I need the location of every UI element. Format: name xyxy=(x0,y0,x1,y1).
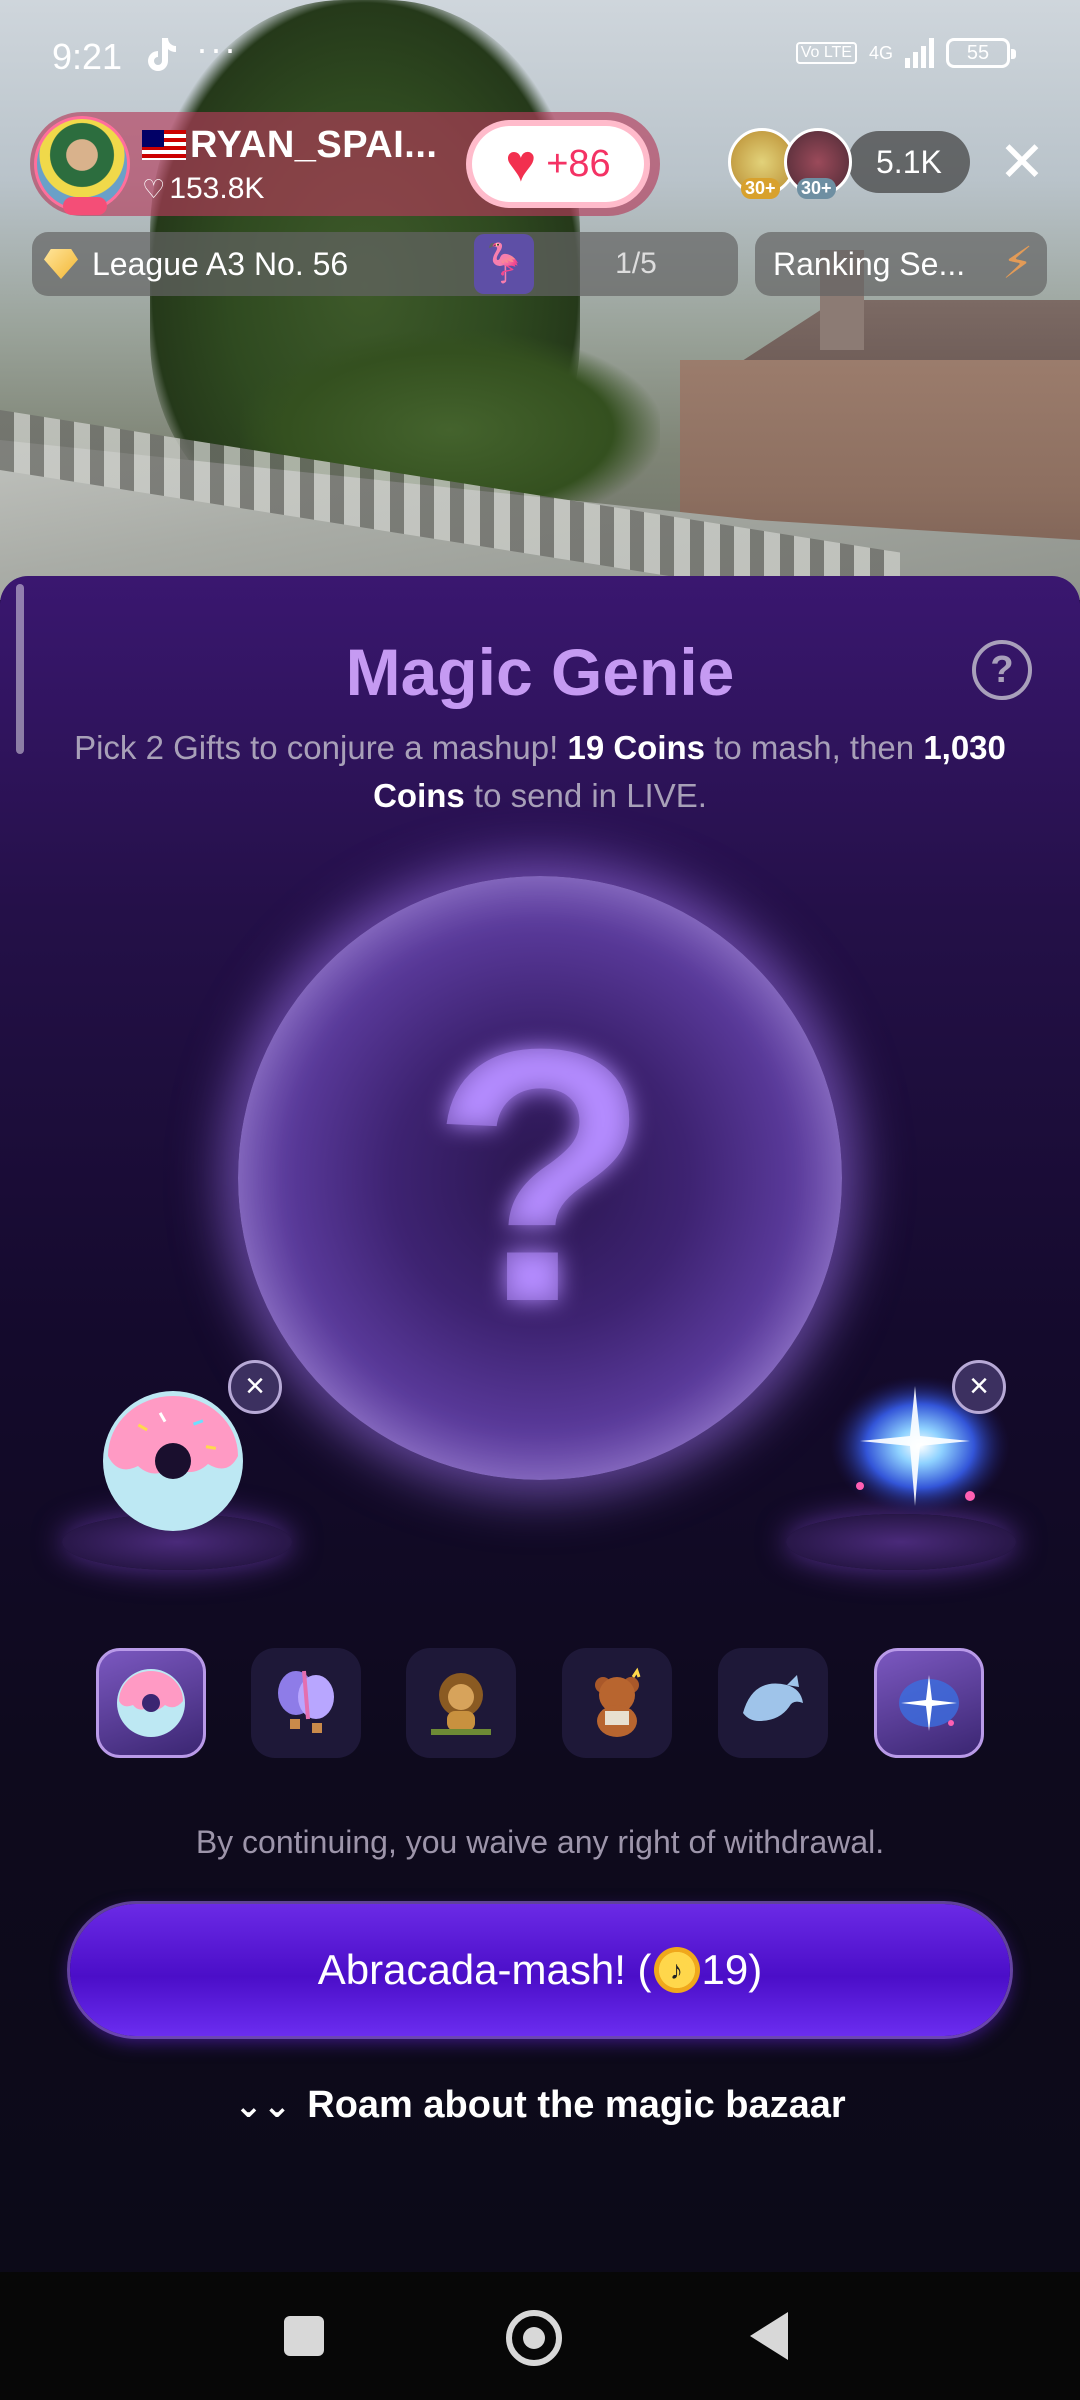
remove-left-gift-icon[interactable]: × xyxy=(228,1360,282,1414)
lightning-icon: ⚡ xyxy=(1002,239,1033,288)
abracada-mash-button[interactable]: Abracada-mash! ( ♪ 19 ) xyxy=(70,1904,1010,2036)
recent-apps-icon[interactable] xyxy=(284,2316,324,2356)
viewer-badge: 30+ xyxy=(797,178,836,199)
top-viewers[interactable]: 30+ 30+ 5.1K xyxy=(728,128,970,199)
back-icon[interactable] xyxy=(750,2312,788,2360)
bazaar-label: Roam about the magic bazaar xyxy=(307,2084,846,2126)
donut-icon xyxy=(117,1669,185,1737)
sheet-description: Pick 2 Gifts to conjure a mashup! 19 Coi… xyxy=(60,724,1020,820)
network-type: 4G xyxy=(868,43,893,63)
tiktok-icon xyxy=(148,38,176,71)
host-avatar[interactable] xyxy=(34,116,130,215)
status-time: 9:21 xyxy=(52,36,123,77)
follow-count: +86 xyxy=(546,142,611,185)
sheet-title: Magic Genie xyxy=(345,635,735,709)
flamingo-gift-icon: 🦩 xyxy=(474,234,534,294)
lion-icon xyxy=(431,1673,491,1735)
avatar-frame-icon xyxy=(63,197,107,215)
ranking-label: Ranking Se... xyxy=(773,246,966,282)
help-icon[interactable]: ? xyxy=(972,640,1032,700)
crystal-orb: ? xyxy=(238,876,842,1480)
host-info[interactable]: RYAN_SPAI... ♡ 153.8K ♥ +86 xyxy=(30,112,660,216)
mash-button-label: Abracada-mash! ( xyxy=(317,1946,652,1993)
gift-option-galaxy[interactable] xyxy=(874,1648,984,1758)
battery-icon: 55 xyxy=(946,38,1016,68)
status-bar: 9:21 ··· Vo LTE 4G 55 xyxy=(0,0,1080,110)
likes-count: 153.8K xyxy=(169,172,265,205)
system-nav-bar xyxy=(0,2272,1080,2400)
diamond-icon xyxy=(44,249,78,279)
gift-option-teddy-bear[interactable] xyxy=(562,1648,672,1758)
hot-air-balloon-icon xyxy=(278,1670,334,1733)
desc-mid: to mash, then xyxy=(705,729,924,766)
league-label: League A3 No. 56 xyxy=(92,245,349,282)
league-progress: 1/5 xyxy=(615,247,657,280)
host-name: RYAN_SPAI... xyxy=(190,124,438,166)
desc-prefix: Pick 2 Gifts to conjure a mashup! xyxy=(74,729,568,766)
teddy-bear-icon xyxy=(595,1667,641,1737)
heart-icon: ♥ xyxy=(505,135,537,193)
mash-button-cost: 19 xyxy=(701,1946,749,1993)
mash-button-close-paren: ) xyxy=(748,1946,763,1993)
coin-icon: ♪ xyxy=(653,1947,700,1993)
league-bar[interactable]: League A3 No. 56 🦩 1/5 xyxy=(32,232,738,296)
volte-icon: Vo LTE xyxy=(795,42,857,64)
host-likes: ♡ 153.8K xyxy=(142,172,264,206)
remove-right-gift-icon[interactable]: × xyxy=(952,1360,1006,1414)
gift-option-whale[interactable] xyxy=(718,1648,828,1758)
follow-button[interactable]: ♥ +86 xyxy=(466,120,650,208)
whale-icon xyxy=(743,1675,803,1721)
close-icon[interactable]: ✕ xyxy=(994,134,1050,190)
waiver-text: By continuing, you waive any right of wi… xyxy=(195,1824,885,1860)
status-right: Vo LTE 4G 55 xyxy=(795,38,1016,68)
donut-gift-icon xyxy=(103,1391,243,1531)
magic-bazaar-link[interactable]: ⌄⌄ Roam about the magic bazaar xyxy=(0,2084,1080,2127)
signal-icon xyxy=(905,38,934,68)
home-icon[interactable] xyxy=(506,2310,562,2366)
gift-option-donut[interactable] xyxy=(96,1648,206,1758)
gift-selector xyxy=(96,1648,984,1758)
malaysia-flag-icon xyxy=(142,130,186,160)
mash-coins: 19 Coins xyxy=(567,729,706,766)
desc-suffix: to send in LIVE. xyxy=(464,777,707,814)
double-chevron-down-icon: ⌄⌄ xyxy=(234,2087,292,2125)
magic-genie-sheet: Magic Genie ? Pick 2 Gifts to conjure a … xyxy=(0,576,1080,2272)
host-name-row: RYAN_SPAI... xyxy=(142,124,437,167)
viewer-badge: 30+ xyxy=(741,178,780,199)
heart-outline-icon: ♡ xyxy=(142,174,166,204)
gift-option-lion[interactable] xyxy=(406,1648,516,1758)
status-more-icon: ··· xyxy=(196,28,238,69)
question-mark-icon: ? xyxy=(430,975,650,1377)
ranking-button[interactable]: Ranking Se... ⚡ xyxy=(755,232,1047,296)
viewer-count[interactable]: 5.1K xyxy=(848,131,970,193)
viewer-avatar[interactable]: 30+ xyxy=(784,128,852,199)
galaxy-icon xyxy=(899,1675,959,1731)
gift-option-balloons[interactable] xyxy=(251,1648,361,1758)
